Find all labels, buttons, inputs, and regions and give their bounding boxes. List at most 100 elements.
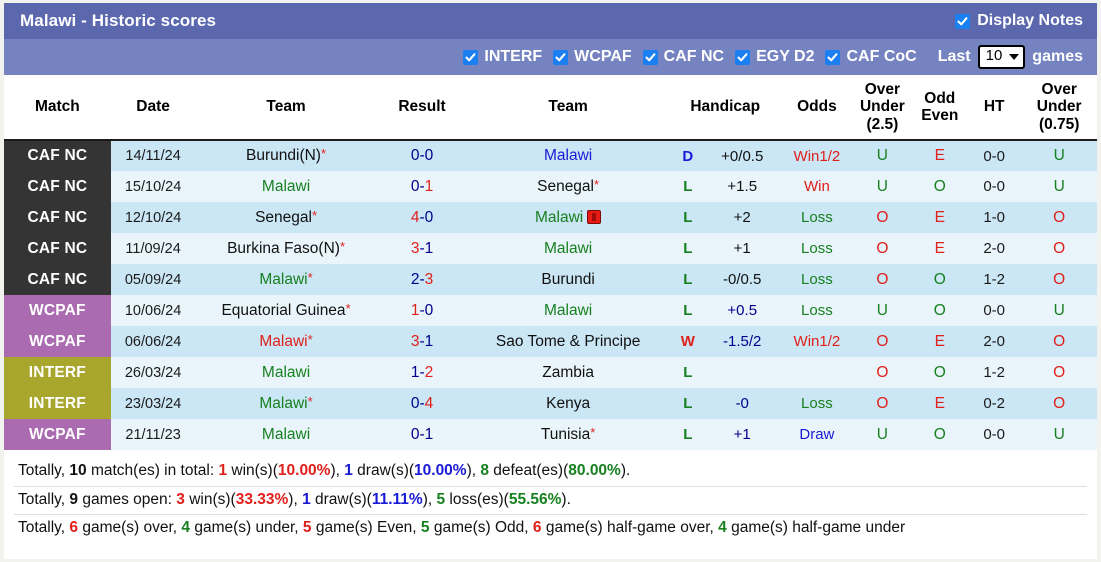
table-row[interactable]: INTERF 23/03/24 Malawi* 0-4 Kenya L -0 Loss O E 0-… — [4, 388, 1097, 420]
checkbox-icon[interactable] — [553, 49, 569, 65]
result-letter: L — [683, 209, 693, 227]
col-handicap: Handicap — [668, 75, 782, 142]
home-advantage-star: * — [307, 269, 313, 285]
league-badge[interactable]: WCPAF — [4, 295, 111, 327]
cell-text: Malawi — [261, 425, 311, 443]
home-team[interactable]: Malawi — [195, 357, 377, 389]
summary-open-wins-pct: 33.33% — [235, 490, 289, 508]
checkbox-icon[interactable] — [463, 49, 479, 65]
cell-text: O — [876, 208, 889, 226]
cell-text: Senegal — [537, 177, 594, 195]
cell-text: 2 — [424, 363, 434, 381]
cell-text: E — [934, 239, 945, 257]
summary-open-draws-pct: 11.11% — [371, 490, 423, 508]
home-team[interactable]: Malawi — [195, 171, 377, 203]
league-badge[interactable]: INTERF — [4, 357, 111, 389]
summary-text: game(s) under, — [190, 519, 303, 537]
table-row[interactable]: WCPAF 06/06/24 Malawi* 3-1 Sao Tome & Princi… — [4, 326, 1097, 358]
away-team[interactable]: Burundi — [467, 264, 669, 296]
home-team[interactable]: Malawi* — [195, 264, 377, 296]
away-team[interactable]: Malawi — [467, 202, 669, 234]
over-under-25: U — [852, 171, 913, 203]
cell-text: O — [1053, 332, 1066, 350]
handicap-wrap: L +1 — [671, 240, 780, 257]
match-result: 1-2 — [376, 357, 468, 389]
odds-result: Loss — [781, 295, 853, 327]
home-team[interactable]: Equatorial Guinea* — [195, 295, 377, 327]
away-team[interactable]: Sao Tome & Principe — [467, 326, 669, 358]
half-time-score: 1-2 — [966, 357, 1022, 389]
summary-text: draw(s)( — [310, 490, 372, 508]
last-games-select[interactable]: 10 — [977, 45, 1026, 69]
cell-text: Loss — [801, 395, 833, 413]
match-date: 15/10/24 — [110, 171, 196, 203]
handicap-cell: L +0.5 — [668, 295, 782, 327]
table-row[interactable]: CAF NC 12/10/24 Senegal* 4-0 Malawi L +2 Loss O E… — [4, 202, 1097, 234]
odd-even: E — [912, 388, 967, 420]
filter-label: CAF CoC — [846, 48, 917, 65]
checkbox-icon[interactable] — [642, 49, 658, 65]
summary-open-draws: 1 — [302, 490, 311, 508]
away-team[interactable]: Malawi — [467, 233, 669, 265]
result-letter: L — [683, 395, 693, 413]
display-notes-toggle[interactable]: Display Notes — [955, 12, 1083, 30]
cell-text: U — [1053, 147, 1065, 165]
league-badge[interactable]: WCPAF — [4, 326, 111, 358]
table-row[interactable]: CAF NC 14/11/24 Burundi(N)* 0-0 Malawi D +0/0.… — [4, 140, 1097, 172]
home-team[interactable]: Senegal* — [195, 202, 377, 234]
away-team[interactable]: Malawi — [467, 295, 669, 327]
league-badge[interactable]: CAF NC — [4, 171, 111, 203]
filter-wcpaf[interactable]: WCPAF — [553, 48, 632, 66]
cell-text: Win1/2 — [793, 147, 841, 165]
away-team[interactable]: Tunisia* — [467, 419, 669, 451]
cell-text: Malawi — [259, 394, 308, 412]
home-team[interactable]: Burkina Faso(N)* — [195, 233, 377, 265]
cell-text: O — [933, 177, 946, 195]
handicap-value: +2 — [733, 209, 751, 227]
league-badge[interactable]: CAF NC — [4, 202, 111, 234]
league-badge[interactable]: CAF NC — [4, 140, 111, 172]
home-team[interactable]: Malawi* — [195, 388, 377, 420]
away-team[interactable]: Senegal* — [467, 171, 669, 203]
home-advantage-star: * — [590, 424, 596, 440]
over-under-25: U — [852, 419, 913, 451]
filter-interf[interactable]: INTERF — [463, 48, 542, 66]
table-row[interactable]: WCPAF 10/06/24 Equatorial Guinea* 1-0 Malawi… — [4, 295, 1097, 327]
table-row[interactable]: CAF NC 05/09/24 Malawi* 2-3 Burundi L -0/0.5 Lo… — [4, 264, 1097, 296]
table-row[interactable]: INTERF 26/03/24 Malawi 1-2 Zambia L O O 1-2 O — [4, 357, 1097, 389]
historic-scores-panel: Malawi - Historic scores Display Notes I… — [4, 3, 1097, 559]
checkbox-icon[interactable] — [735, 49, 751, 65]
league-badge[interactable]: CAF NC — [4, 264, 111, 296]
filter-egy-d2[interactable]: EGY D2 — [735, 48, 814, 66]
summary-odd: 5 — [420, 519, 430, 537]
away-team[interactable]: Zambia — [467, 357, 669, 389]
table-row[interactable]: WCPAF 21/11/23 Malawi 0-1 Tunisia* L +1 Draw U O 0… — [4, 419, 1097, 451]
home-team[interactable]: Burundi(N)* — [195, 140, 377, 172]
over-under-25: O — [852, 264, 913, 296]
table-row[interactable]: CAF NC 11/09/24 Burkina Faso(N)* 3-1 Malawi L… — [4, 233, 1097, 265]
filter-caf-nc[interactable]: CAF NC — [642, 48, 724, 66]
home-team[interactable]: Malawi — [195, 419, 377, 451]
cell-text: Win1/2 — [793, 333, 841, 351]
away-team[interactable]: Malawi — [467, 140, 669, 172]
handicap-wrap: L +0.5 — [671, 302, 780, 319]
filter-caf-coc[interactable]: CAF CoC — [825, 48, 917, 66]
handicap-wrap: L +1 — [671, 426, 780, 443]
cell-text: Tunisia — [540, 425, 591, 443]
cell-text: U — [876, 177, 888, 195]
over-under-075: O — [1021, 357, 1097, 389]
league-badge[interactable]: CAF NC — [4, 233, 111, 265]
checkbox-icon[interactable] — [955, 13, 971, 29]
col-line: Over — [1041, 81, 1077, 98]
cell-text: E — [934, 208, 945, 226]
cell-text: 1 — [424, 332, 434, 350]
away-team[interactable]: Kenya — [467, 388, 669, 420]
home-team[interactable]: Malawi* — [195, 326, 377, 358]
checkbox-icon[interactable] — [825, 49, 841, 65]
league-badge[interactable]: INTERF — [4, 388, 111, 420]
table-row[interactable]: CAF NC 15/10/24 Malawi 0-1 Senegal* L +1.5 Win U… — [4, 171, 1097, 203]
handicap-wrap: L +2 — [671, 209, 780, 226]
league-badge[interactable]: WCPAF — [4, 419, 111, 451]
home-advantage-star: * — [594, 176, 600, 192]
odds-result: Loss — [781, 202, 853, 234]
